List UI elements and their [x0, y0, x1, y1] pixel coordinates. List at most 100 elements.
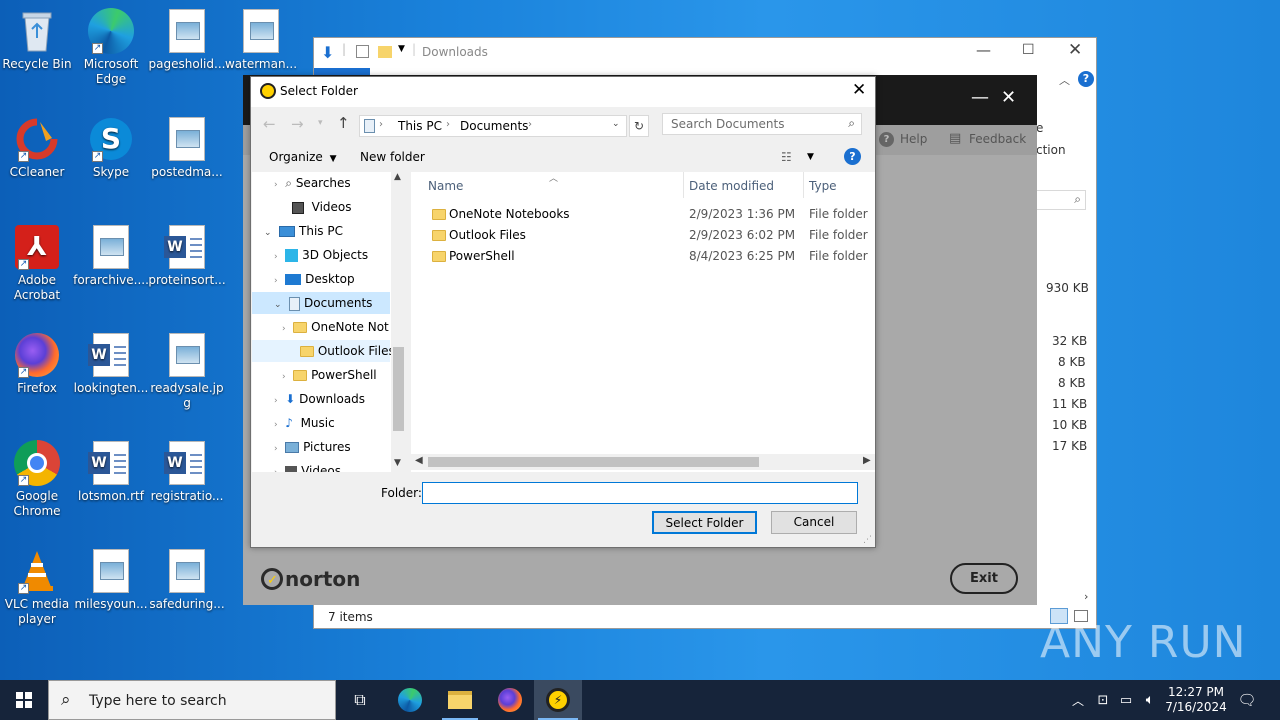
- select-folder-button[interactable]: Select Folder: [652, 511, 757, 534]
- scrollbar-thumb[interactable]: [393, 347, 404, 431]
- breadcrumb-this-pc[interactable]: This PC: [398, 119, 442, 133]
- column-divider[interactable]: [683, 172, 684, 198]
- desktop-icon-lookingten[interactable]: W lookingten...: [72, 332, 150, 396]
- desktop-icon-safeduring[interactable]: safeduring...: [148, 548, 226, 612]
- start-button[interactable]: [0, 680, 48, 720]
- recent-chevron-icon[interactable]: ▾: [318, 118, 323, 128]
- desktop-icon-recycle-bin[interactable]: Recycle Bin: [0, 8, 76, 72]
- scroll-left-arrow-icon[interactable]: ◀: [415, 455, 423, 466]
- taskbar-file-explorer-icon[interactable]: [436, 680, 484, 720]
- desktop-icon-adobe-acrobat[interactable]: ⅄ ↗ Adobe Acrobat: [0, 224, 76, 303]
- desktop-icon-proteinsort[interactable]: W proteinsort...: [148, 224, 226, 288]
- minimize-button[interactable]: —: [976, 41, 991, 59]
- help-icon[interactable]: ?: [1078, 71, 1094, 87]
- desktop-icon-firefox[interactable]: ↗ Firefox: [0, 332, 76, 396]
- maximize-button[interactable]: ☐: [1022, 42, 1035, 58]
- search-input[interactable]: Search Documents ⌕: [662, 113, 862, 135]
- expand-arrow-icon[interactable]: ›: [282, 372, 286, 382]
- show-hidden-icons-chevron[interactable]: ︿: [1068, 680, 1088, 720]
- scroll-down-arrow-icon[interactable]: ▼: [394, 458, 401, 468]
- close-button[interactable]: ✕: [1068, 40, 1082, 60]
- notifications-icon[interactable]: 🗨︎: [1232, 680, 1262, 720]
- expand-arrow-icon[interactable]: ›: [274, 276, 278, 286]
- desktop-icon-postedma[interactable]: postedma...: [148, 116, 226, 180]
- scrollbar-thumb[interactable]: [428, 457, 759, 467]
- tree-item-desktop[interactable]: › Desktop: [274, 268, 355, 290]
- desktop-icon-readysale[interactable]: readysale.jpg: [148, 332, 226, 411]
- chevron-down-icon[interactable]: ▼: [398, 44, 405, 54]
- network-icon[interactable]: ▭: [1116, 680, 1136, 720]
- desktop-icon-pagesholid[interactable]: pagesholid...: [148, 8, 226, 72]
- file-row[interactable]: PowerShell 8/4/2023 6:25 PM File folder: [411, 246, 875, 266]
- scroll-right-arrow-icon[interactable]: ›: [1084, 590, 1088, 603]
- expand-arrow-icon[interactable]: ›: [274, 420, 278, 430]
- checkbox-properties-icon[interactable]: [356, 45, 369, 58]
- new-folder-button[interactable]: New folder: [360, 150, 425, 164]
- desktop-icon-lotsmon[interactable]: W lotsmon.rtf: [72, 440, 150, 504]
- desktop-icon-vlc[interactable]: ↗ VLC media player: [0, 548, 76, 627]
- minimize-button[interactable]: —: [971, 87, 989, 108]
- help-icon[interactable]: ?: [844, 148, 861, 165]
- horizontal-scrollbar[interactable]: ◀ ▶: [411, 454, 875, 470]
- column-header-name[interactable]: Name: [428, 179, 463, 193]
- expand-arrow-icon[interactable]: ›: [274, 468, 278, 472]
- feedback-link[interactable]: Feedback: [969, 132, 1026, 146]
- tree-item-videos-2[interactable]: › Videos: [274, 460, 341, 472]
- column-header-date[interactable]: Date modified: [689, 179, 774, 193]
- tree-item-downloads[interactable]: › ⬇ Downloads: [274, 388, 365, 410]
- desktop-icon-google-chrome[interactable]: ↗ Google Chrome: [0, 440, 76, 519]
- resize-grip-icon[interactable]: ⋰: [863, 535, 872, 545]
- volume-icon[interactable]: 🔈︎: [1140, 680, 1160, 720]
- cancel-button[interactable]: Cancel: [771, 511, 857, 534]
- desktop-icon-microsoft-edge[interactable]: ↗ Microsoft Edge: [72, 8, 150, 87]
- up-arrow-icon[interactable]: ↑: [337, 114, 350, 132]
- column-divider[interactable]: [803, 172, 804, 198]
- organize-menu[interactable]: Organize ▼: [269, 150, 337, 164]
- tree-item-pictures[interactable]: › Pictures: [274, 436, 351, 458]
- tree-scrollbar[interactable]: ▲ ▼: [391, 172, 406, 472]
- tree-item-powershell[interactable]: › PowerShell: [282, 364, 377, 386]
- tree-item-documents[interactable]: ⌄ Documents: [252, 292, 390, 314]
- taskbar-edge-icon[interactable]: [386, 680, 434, 720]
- tree-item-outlook-files[interactable]: Outlook Files: [252, 340, 395, 362]
- address-bar[interactable]: › This PC › Documents › ⌄: [359, 115, 627, 137]
- tree-item-searches[interactable]: › ⌕ Searches: [274, 172, 351, 194]
- chevron-up-icon[interactable]: ︿: [1059, 72, 1070, 88]
- taskbar-search-box[interactable]: ⌕ Type here to search: [48, 680, 336, 720]
- forward-arrow-icon[interactable]: →: [291, 115, 304, 133]
- tree-item-onenote[interactable]: › OneNote Not: [282, 316, 389, 338]
- explorer-search-box[interactable]: ⌕: [1036, 190, 1086, 210]
- desktop-icon-waterman[interactable]: waterman...: [222, 8, 300, 72]
- expand-arrow-icon[interactable]: ›: [274, 396, 278, 406]
- close-button[interactable]: ✕: [1001, 87, 1016, 108]
- clock[interactable]: 12:27 PM 7/16/2024: [1164, 680, 1228, 720]
- tree-item-videos[interactable]: Videos: [292, 196, 352, 218]
- scroll-up-arrow-icon[interactable]: ▲: [394, 172, 401, 182]
- desktop-icon-skype[interactable]: S ↗ Skype: [72, 116, 150, 180]
- exit-button[interactable]: Exit: [950, 563, 1018, 594]
- expand-arrow-icon[interactable]: ›: [274, 444, 278, 454]
- expand-arrow-icon[interactable]: ›: [282, 324, 286, 334]
- tree-item-3d-objects[interactable]: › 3D Objects: [274, 244, 368, 266]
- column-header-type[interactable]: Type: [809, 179, 837, 193]
- file-row[interactable]: Outlook Files 2/9/2023 6:02 PM File fold…: [411, 225, 875, 245]
- tree-item-this-pc[interactable]: ⌄ This PC: [264, 220, 343, 242]
- desktop-icon-milesyoun[interactable]: milesyoun...: [72, 548, 150, 612]
- task-view-icon[interactable]: ⧉: [336, 680, 384, 720]
- desktop-icon-forarchive[interactable]: forarchive....: [72, 224, 150, 288]
- view-options-icon[interactable]: ☷: [781, 150, 792, 164]
- folder-input[interactable]: [422, 482, 858, 504]
- chevron-down-icon[interactable]: ▼: [807, 152, 814, 162]
- expand-arrow-icon[interactable]: ›: [274, 180, 278, 190]
- desktop-icon-registratio[interactable]: W registratio...: [148, 440, 226, 504]
- desktop-icon-ccleaner[interactable]: ↗ CCleaner: [0, 116, 76, 180]
- close-button[interactable]: ✕: [852, 80, 866, 100]
- expand-arrow-icon[interactable]: ›: [274, 252, 278, 262]
- file-row[interactable]: OneNote Notebooks 2/9/2023 1:36 PM File …: [411, 204, 875, 224]
- taskbar-norton-icon[interactable]: ⚡: [534, 680, 582, 720]
- breadcrumb-documents[interactable]: Documents: [460, 119, 528, 133]
- back-arrow-icon[interactable]: ←: [263, 115, 276, 133]
- collapse-arrow-icon[interactable]: ⌄: [274, 300, 282, 310]
- collapse-arrow-icon[interactable]: ⌄: [264, 228, 272, 238]
- taskbar-firefox-icon[interactable]: [486, 680, 534, 720]
